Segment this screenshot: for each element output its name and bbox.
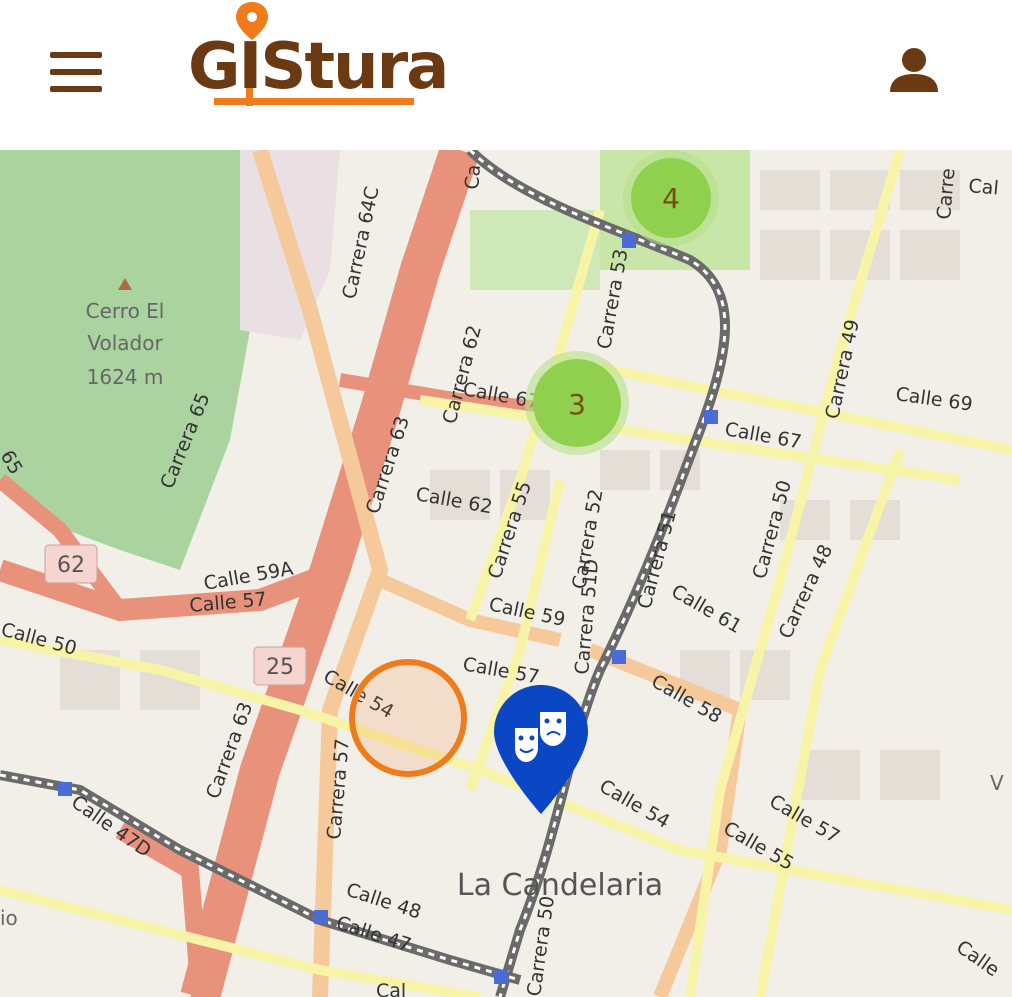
hill-name-line2: Volador (87, 331, 163, 355)
district-label: La Candelaria (457, 868, 663, 903)
map-view[interactable]: Cerro El Volador 1624 m 62 25 Carrera 64… (0, 150, 1012, 997)
street-label: Cal (376, 980, 406, 997)
hill-name: Cerro El (86, 299, 165, 323)
street-label: Calle 69 (894, 383, 974, 416)
street-label: Carre (933, 167, 959, 220)
cluster-count: 4 (662, 182, 680, 215)
map-canvas[interactable]: Cerro El Volador 1624 m 62 25 Carrera 64… (0, 150, 1012, 997)
street-label: Calle 57 (189, 588, 268, 617)
street-label: Ca (461, 164, 485, 191)
street-label: Calle 50 (0, 619, 79, 660)
cluster-count: 3 (568, 388, 586, 421)
user-icon[interactable] (884, 42, 944, 102)
street-label: Calle 61 (668, 580, 746, 638)
street-label: Calle (952, 936, 1003, 981)
place-label: V (990, 771, 1004, 795)
street-label: Cal (968, 175, 1000, 200)
cluster-marker[interactable]: 4 (623, 150, 719, 246)
hamburger-icon[interactable] (50, 52, 102, 92)
theater-masks-icon[interactable] (494, 685, 588, 814)
selection-circle[interactable] (349, 659, 467, 777)
place-label: io (0, 906, 18, 930)
street-label: Calle 57 (461, 653, 541, 688)
street-label: Carrera 49 (821, 318, 864, 422)
route-shield-label: 25 (266, 655, 294, 680)
route-shield-label: 62 (57, 553, 85, 578)
app-logo: GIStura (188, 0, 449, 115)
logo-text: GIStura (188, 30, 449, 104)
hill-elevation: 1624 m (87, 365, 164, 389)
street-label: Carrera 64C (338, 185, 383, 301)
cluster-marker[interactable]: 3 (525, 351, 629, 455)
app-header: GIStura (0, 0, 1012, 150)
street-label: Carrera 55 (484, 479, 536, 582)
